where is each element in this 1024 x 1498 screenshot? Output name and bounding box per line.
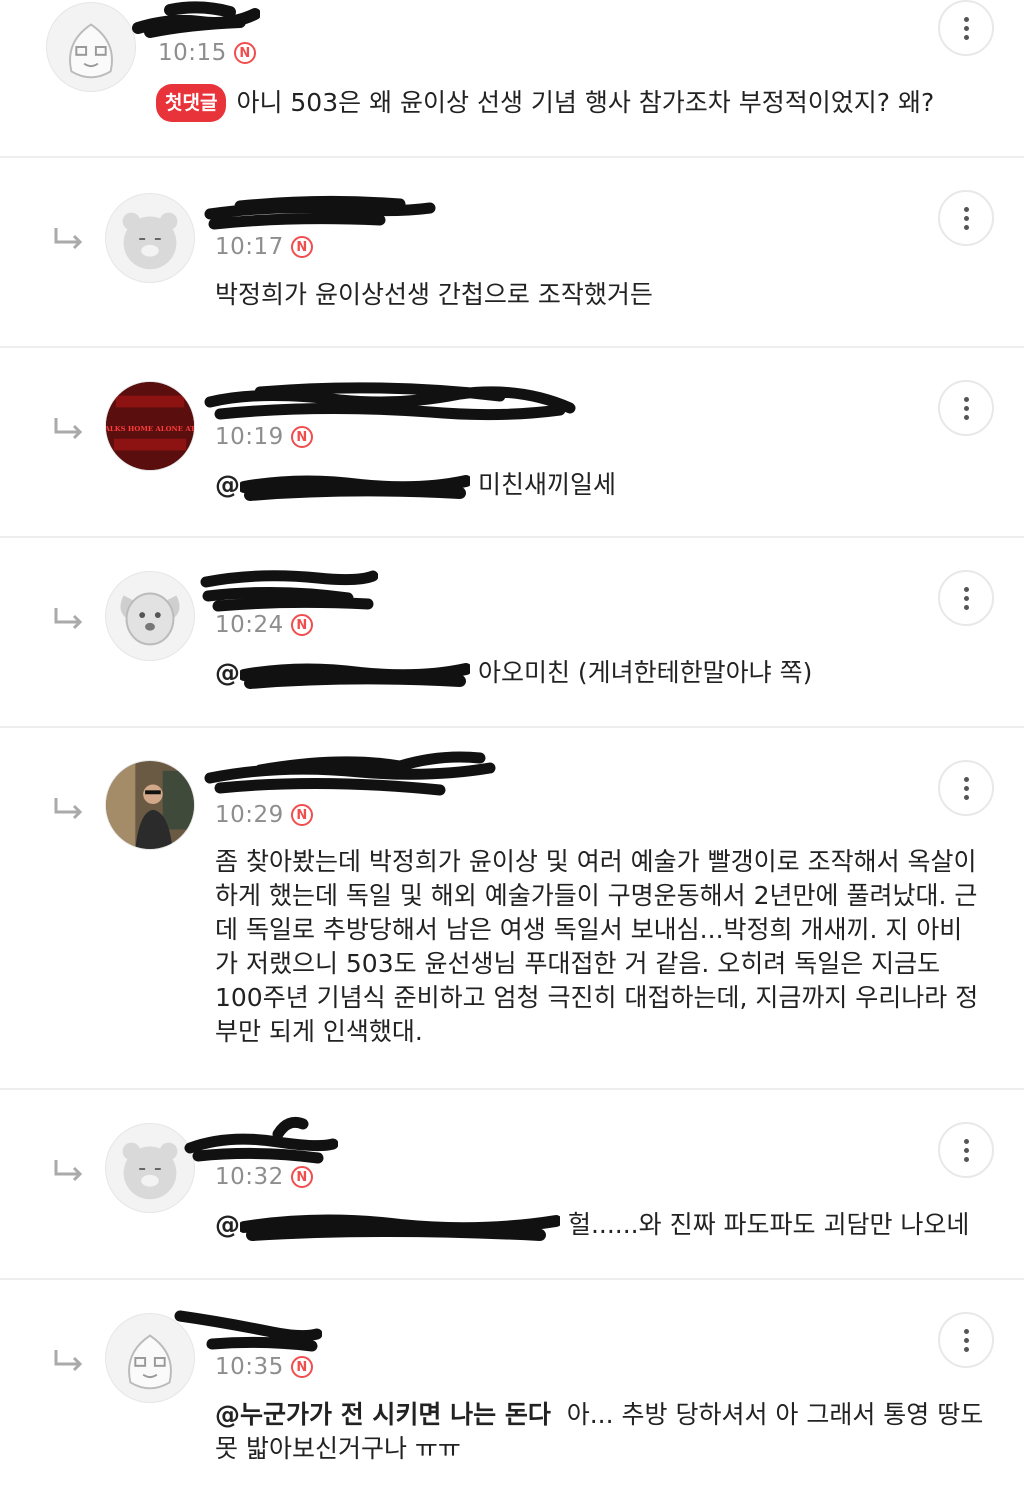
reply-arrow-icon: [54, 798, 83, 820]
new-badge: N: [290, 1356, 313, 1378]
comment-time: 10:32: [215, 1164, 284, 1190]
comment-text: 좀 찾아봤는데 박정희가 윤이상 및 여러 예술가 빨갱이로 조작해서 옥살이하…: [215, 847, 979, 1046]
comment: 10:15 N 첫댓글 아니 503은 왜 윤이상 선생 기념 행사 참가조차 부…: [0, 0, 1024, 158]
avatar[interactable]: [105, 571, 195, 661]
timestamp-row: 10:17 N: [215, 234, 313, 260]
mention[interactable]: @누군가가 전 시키면 나는 돈다: [215, 1400, 551, 1429]
mention-prefix[interactable]: @: [215, 470, 240, 499]
timestamp-row: 10:24 N: [215, 612, 313, 638]
avatar[interactable]: [105, 760, 195, 850]
timestamp-row: 10:19 N: [215, 424, 313, 450]
redacted-mention: [240, 475, 470, 501]
comment-text: @ 아오미친 (게녀한테한말아냐 쪽): [215, 656, 975, 690]
redacted-username: [200, 570, 378, 612]
timestamp-row: 10:29 N: [215, 802, 313, 828]
poster-avatar-icon: GIRL WALKS HOME ALONE AT NIGHT: [106, 382, 194, 470]
reply-arrow-icon: [54, 418, 83, 440]
comment: 10:17 N 박정희가 윤이상선생 간첩으로 조작했거든: [0, 158, 1024, 348]
redacted-username: [204, 382, 576, 421]
comment-text: @ 미친새끼일세: [215, 468, 975, 502]
timestamp-row: 10:35 N: [215, 1354, 313, 1380]
new-badge: N: [290, 1166, 313, 1188]
avatar[interactable]: [46, 2, 136, 92]
dog-character-icon: [120, 592, 180, 646]
comment: 10:29 N 좀 찾아봤는데 박정희가 윤이상 및 여러 예술가 빨갱이로 조…: [0, 728, 1024, 1090]
comment-body: 헐......와 진짜 파도파도 괴담만 나오네: [567, 1210, 970, 1239]
reply-arrow-icon: [54, 1160, 83, 1182]
comment-time: 10:15: [158, 40, 227, 66]
more-options-button[interactable]: [938, 190, 994, 246]
poster-text: GIRL WALKS HOME ALONE AT NIGHT: [106, 425, 194, 433]
avatar[interactable]: [105, 193, 195, 283]
new-badge: N: [290, 614, 313, 636]
redacted-username: [204, 751, 496, 796]
comment-time: 10:29: [215, 802, 284, 828]
comment: 10:24 N @ 아오미친 (게녀한테한말아냐 쪽): [0, 538, 1024, 728]
bear-character-icon: [122, 212, 178, 270]
reply-arrow-icon: [54, 608, 83, 630]
comment-body: 아오미친 (게녀한테한말아냐 쪽): [477, 658, 813, 687]
peach-character-icon: [69, 23, 113, 79]
reply-arrow-icon: [54, 228, 83, 250]
comment-time: 10:19: [215, 424, 284, 450]
more-options-button[interactable]: [938, 760, 994, 816]
more-options-button[interactable]: [938, 380, 994, 436]
new-badge: N: [233, 42, 256, 64]
comment-text: @ 헐......와 진짜 파도파도 괴담만 나오네: [215, 1208, 1005, 1243]
comment: GIRL WALKS HOME ALONE AT NIGHT 10:19 N @…: [0, 348, 1024, 538]
first-comment-badge: 첫댓글: [156, 84, 227, 122]
comment-text: 박정희가 윤이상선생 간첩으로 조작했거든: [215, 280, 653, 309]
timestamp-row: 10:32 N: [215, 1164, 313, 1190]
comment-body: 아니 503은 왜 윤이상 선생 기념 행사 참가조차 부정적이었지? 왜?: [236, 88, 935, 117]
avatar[interactable]: GIRL WALKS HOME ALONE AT NIGHT: [105, 381, 195, 471]
reply-arrow-icon: [54, 1350, 83, 1372]
more-options-button[interactable]: [938, 1122, 994, 1178]
photo-avatar-icon: [106, 761, 194, 849]
comment-text: 첫댓글 아니 503은 왜 윤이상 선생 기념 행사 참가조차 부정적이었지? 왜…: [156, 84, 976, 122]
comment: 10:35 N @누군가가 전 시키면 나는 돈다 아... 추방 당하셔서 아…: [0, 1280, 1024, 1498]
mention-prefix[interactable]: @: [215, 1210, 240, 1239]
more-options-button[interactable]: [938, 1312, 994, 1368]
comment-time: 10:24: [215, 612, 284, 638]
comment-time: 10:17: [215, 234, 284, 260]
redacted-username: [204, 195, 436, 230]
new-badge: N: [290, 426, 313, 448]
comment-text: @누군가가 전 시키면 나는 돈다 아... 추방 당하셔서 아 그래서 통영 …: [215, 1398, 985, 1466]
comment: 10:32 N @ 헐......와 진짜 파도파도 괴담만 나오네: [0, 1090, 1024, 1280]
redacted-mention: [240, 1214, 560, 1241]
redacted-username: [132, 1, 260, 38]
new-badge: N: [290, 804, 313, 826]
comment-time: 10:35: [215, 1354, 284, 1380]
comment-body: 미친새끼일세: [477, 470, 616, 499]
more-options-button[interactable]: [938, 570, 994, 626]
new-badge: N: [290, 236, 313, 258]
timestamp-row: 10:15 N: [158, 40, 256, 66]
mention-prefix[interactable]: @: [215, 658, 240, 687]
redacted-mention: [240, 663, 470, 689]
more-options-button[interactable]: [938, 0, 994, 56]
redacted-username: [174, 1310, 322, 1352]
